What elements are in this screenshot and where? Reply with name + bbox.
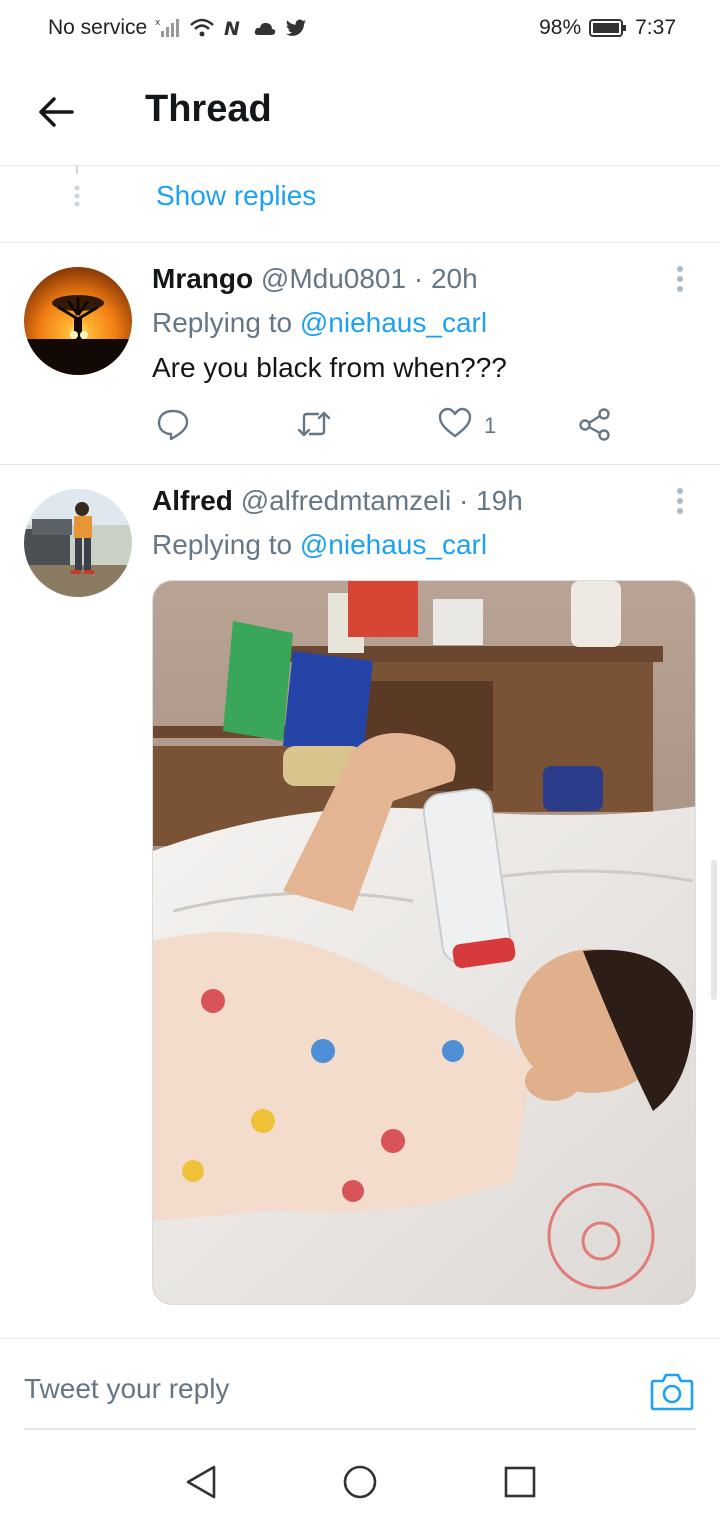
mention-link[interactable]: @niehaus_carl [300, 307, 487, 338]
like-count: 1 [484, 413, 497, 438]
replying-to-label: Replying to [152, 529, 293, 560]
tweet-actions: 1 [152, 407, 632, 447]
reply-icon [156, 407, 190, 447]
nav-home-icon[interactable] [340, 1462, 380, 1502]
reply-button[interactable] [156, 407, 190, 447]
avatar[interactable] [24, 267, 132, 375]
back-arrow-icon[interactable] [36, 92, 76, 132]
user-handle[interactable]: @alfredmtamzeli [241, 485, 451, 516]
scrollbar[interactable] [711, 860, 717, 1000]
user-handle[interactable]: @Mdu0801 [261, 263, 406, 294]
cloud-icon [253, 17, 277, 39]
nav-recents-icon[interactable] [500, 1462, 540, 1502]
share-icon [578, 407, 612, 447]
like-button[interactable]: 1 [438, 407, 496, 445]
tweet-mrango[interactable]: Mrango @Mdu0801 · 20h Replying to @nieha… [0, 243, 720, 465]
tweet-time: · 20h [413, 263, 478, 294]
status-right: 98% 7:37 [539, 16, 676, 40]
tweet-header: Alfred @alfredmtamzeli · 19h [152, 485, 523, 517]
camera-icon[interactable] [650, 1371, 694, 1411]
display-name[interactable]: Mrango [152, 263, 253, 294]
twitter-bird-icon [285, 17, 307, 39]
retweet-icon [296, 407, 332, 447]
more-vertical-icon[interactable] [676, 487, 684, 515]
battery-icon [589, 17, 627, 39]
tweet-media-image[interactable] [152, 580, 696, 1305]
svg-text:N: N [224, 18, 240, 39]
heart-icon [438, 407, 472, 445]
signal-icon: x [155, 17, 181, 39]
status-bar: No service x N 98% 7:37 [0, 0, 720, 56]
tweet-time: · 19h [458, 485, 523, 516]
status-left: No service x N [48, 16, 307, 40]
show-replies-link[interactable]: Show replies [156, 180, 316, 212]
avatar[interactable] [24, 489, 132, 597]
clock: 7:37 [635, 16, 676, 39]
wifi-icon [189, 17, 215, 39]
retweet-button[interactable] [296, 407, 332, 447]
tweet-header: Mrango @Mdu0801 · 20h [152, 263, 478, 295]
system-nav-bar [0, 1432, 720, 1520]
reply-input[interactable]: Tweet your reply [24, 1373, 229, 1405]
reply-composer[interactable]: Tweet your reply [0, 1338, 720, 1430]
display-name[interactable]: Alfred [152, 485, 233, 516]
show-replies-row[interactable]: Show replies [0, 166, 720, 243]
app-header: Thread [0, 56, 720, 166]
tweet-text: Are you black from when??? [152, 352, 507, 383]
thread-connector-dots [74, 166, 80, 216]
page-title: Thread [145, 88, 272, 130]
replying-to: Replying to @niehaus_carl [152, 307, 487, 339]
replying-to-label: Replying to [152, 307, 293, 338]
carrier-text: No service [48, 16, 148, 39]
n-icon: N [223, 17, 245, 39]
share-button[interactable] [578, 407, 612, 447]
svg-text:x: x [155, 18, 161, 28]
reply-divider [24, 1428, 696, 1430]
replying-to: Replying to @niehaus_carl [152, 529, 487, 561]
mention-link[interactable]: @niehaus_carl [300, 529, 487, 560]
nav-back-icon[interactable] [182, 1462, 222, 1502]
battery-percent: 98% [539, 16, 582, 39]
more-vertical-icon[interactable] [676, 265, 684, 293]
